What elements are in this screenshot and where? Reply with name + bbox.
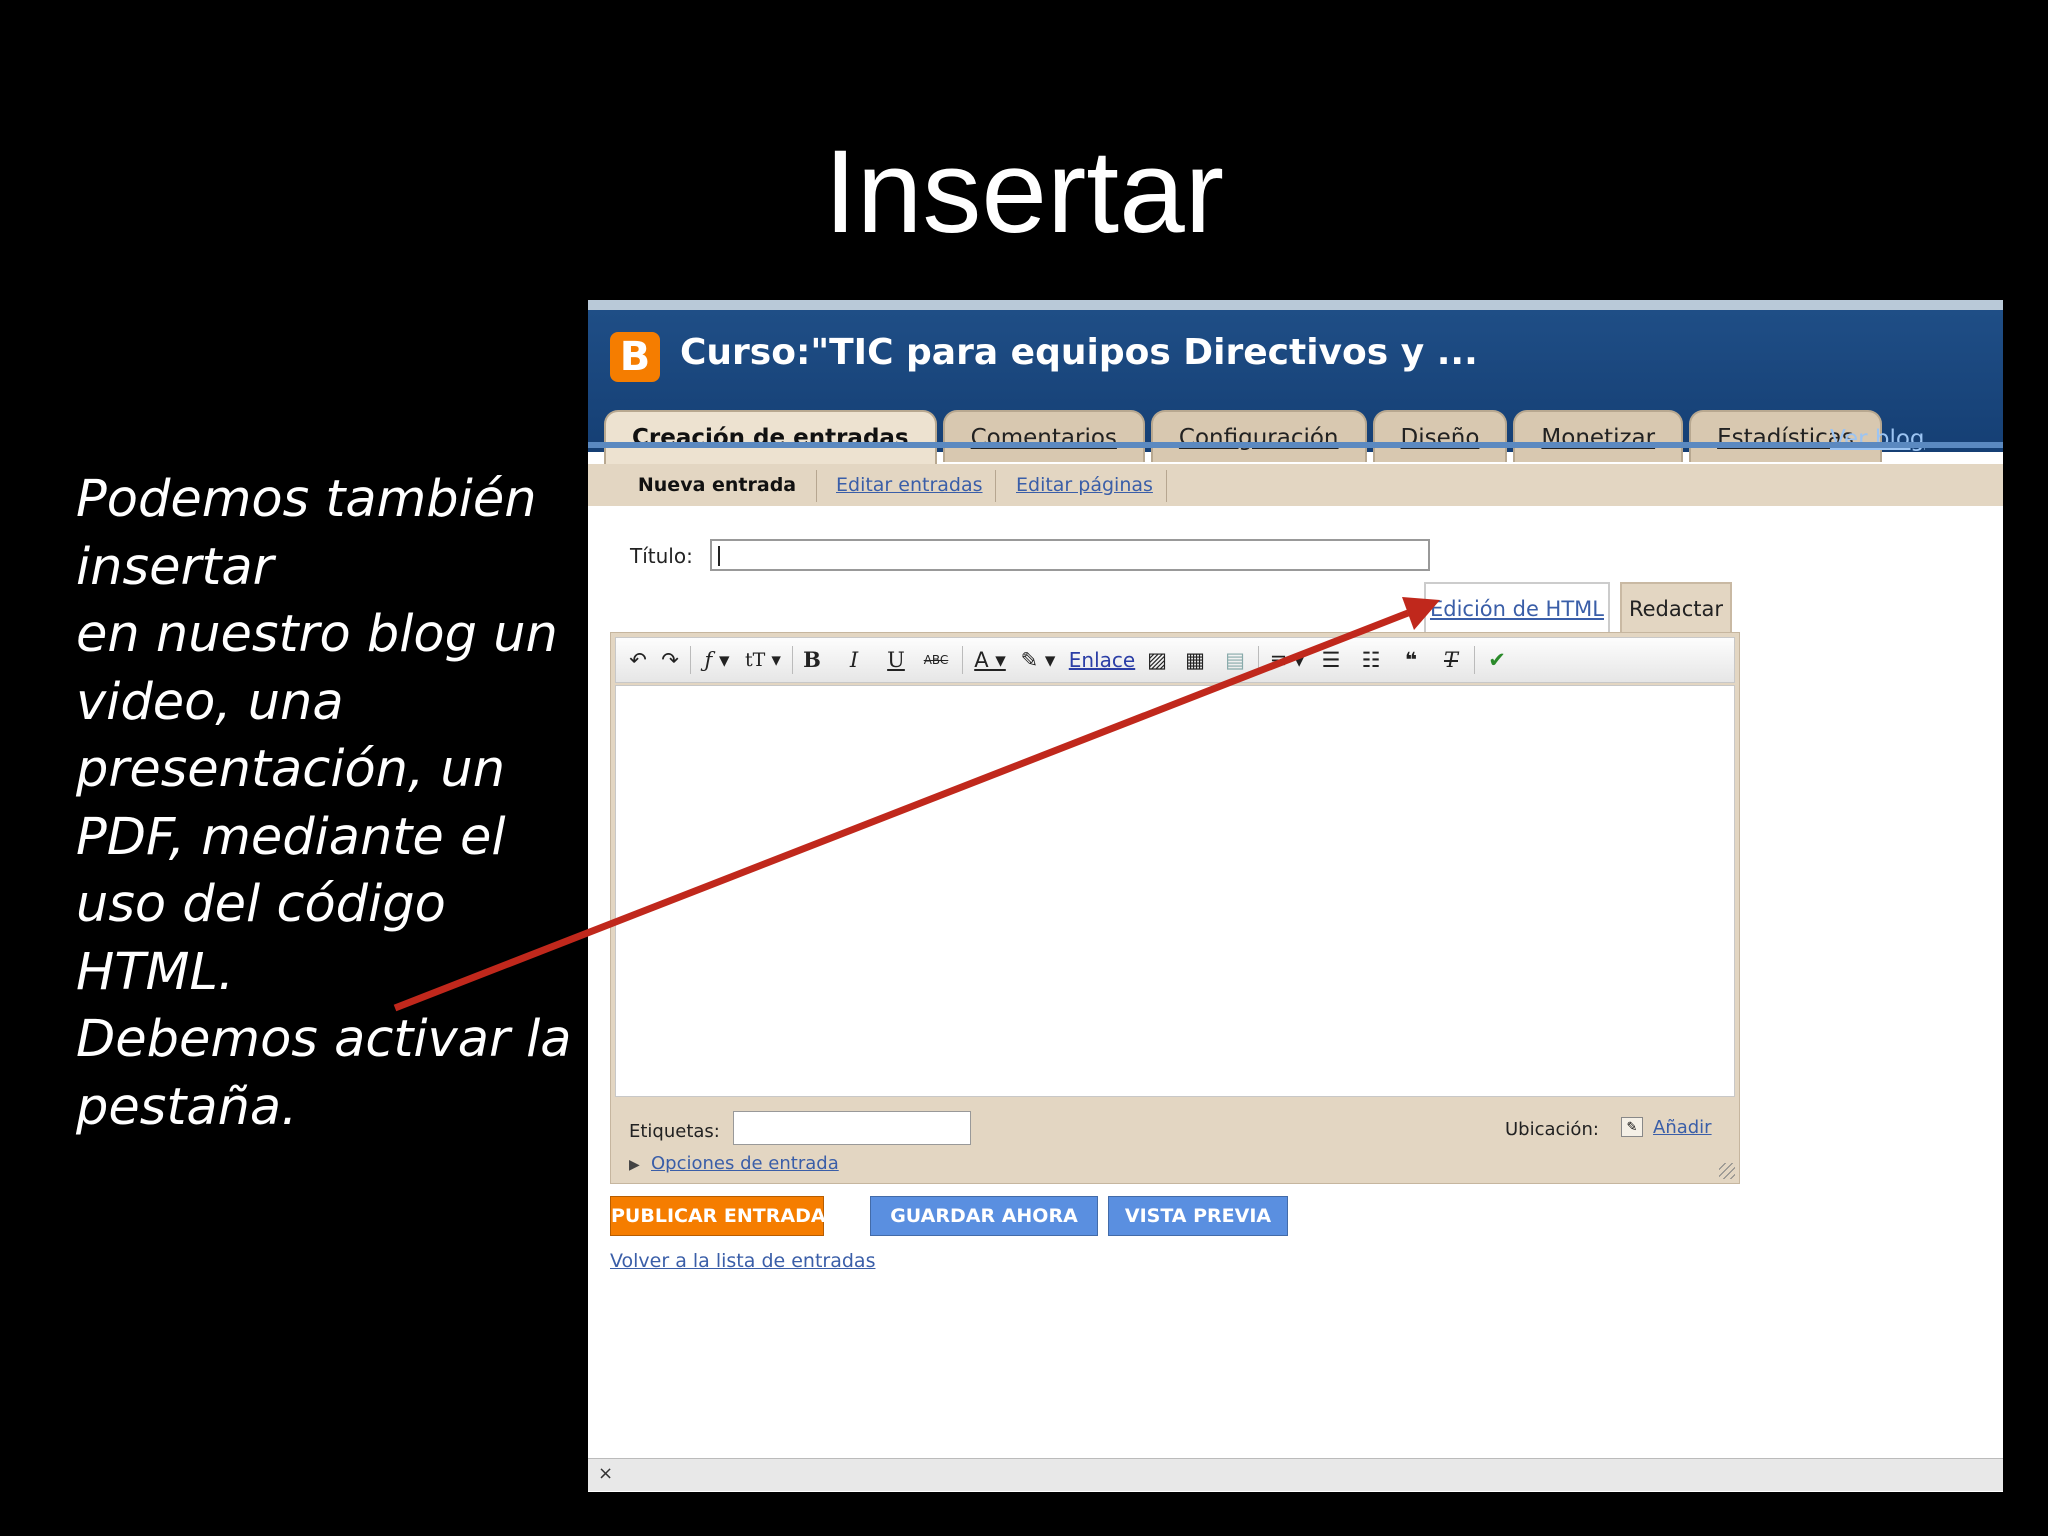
body-line: PDF, mediante el [76,807,506,867]
slide-body-text: Podemos también insertar en nuestro blog… [76,466,596,1141]
expand-triangle-icon[interactable]: ▶ [629,1157,640,1173]
toolbar-divider [1474,646,1475,674]
toolbar-divider [792,646,793,674]
blog-title: Curso:"TIC para equipos Directivos y ... [680,332,1478,373]
bold-icon[interactable]: B [798,646,826,674]
window-top-edge [588,300,2003,310]
align-icon[interactable]: ≡ ▾ [1264,646,1310,674]
toolbar-divider [962,646,963,674]
subnav-divider [816,470,817,502]
toolbar-divider [690,646,691,674]
tab-comentarios[interactable]: Comentarios [942,410,1145,462]
numbered-list-icon[interactable]: ☰ [1316,646,1346,674]
titulo-input[interactable] [710,539,1430,571]
text-caret [718,546,720,566]
body-line: insertar [76,537,274,597]
etiquetas-input[interactable] [733,1111,971,1145]
ver-blog-link[interactable]: Ver blog [1830,426,1925,452]
publicar-entrada-button[interactable]: PUBLICAR ENTRADA [610,1196,826,1236]
subnav: Nueva entrada Editar entradas Editar pág… [588,464,2003,506]
body-line: pestaña. [76,1077,298,1137]
body-line: en nuestro blog un [76,605,558,664]
subnav-editar-paginas[interactable]: Editar páginas [1016,464,1153,506]
subnav-divider [1166,470,1167,502]
insert-link-button[interactable]: Enlace [1068,646,1136,674]
ubicacion-label: Ubicación: [1505,1119,1599,1140]
underline-icon[interactable]: U [882,646,910,674]
vista-previa-button[interactable]: VISTA PREVIA [1108,1196,1288,1236]
blockquote-icon[interactable]: ❝ [1396,646,1426,674]
location-edit-icon[interactable]: ✎ [1621,1117,1643,1137]
status-bar: × [588,1458,2003,1491]
guardar-ahora-button[interactable]: GUARDAR AHORA [870,1196,1098,1236]
italic-icon[interactable]: I [840,646,868,674]
resize-handle-icon[interactable] [1719,1163,1735,1179]
strikethrough-icon[interactable]: ABC [916,646,956,674]
tab-diseno[interactable]: Diseño [1372,410,1508,462]
spellcheck-icon[interactable]: ✔ [1482,646,1512,674]
tab-edicion-html[interactable]: Edición de HTML [1424,582,1610,632]
slide-title: Insertar [823,126,1225,258]
jump-break-icon[interactable]: ▤ [1220,646,1250,674]
font-size-icon[interactable]: tT ▾ [740,646,786,674]
tab-configuracion[interactable]: Configuración [1150,410,1367,462]
editor-toolbar: ↶ ↷ ƒ ▾ tT ▾ B I U ABC A ▾ ✎ ▾ Enlace ▨ … [615,637,1735,683]
body-line: presentación, un [76,740,506,799]
post-body-editor[interactable] [615,685,1735,1097]
blogger-logo-icon[interactable]: B [610,332,660,382]
main-tabs: Creación de entradas Comentarios Configu… [604,410,1888,464]
subnav-editar-entradas[interactable]: Editar entradas [836,464,983,506]
tab-creacion-entradas[interactable]: Creación de entradas [604,410,937,464]
close-icon[interactable]: × [598,1463,613,1484]
body-line: HTML. [76,942,235,1002]
body-line: uso del código [76,875,446,934]
body-line: Podemos también [76,470,537,529]
header-strip [588,442,2003,448]
subnav-nueva-entrada[interactable]: Nueva entrada [632,464,802,506]
post-editor: ↶ ↷ ƒ ▾ tT ▾ B I U ABC A ▾ ✎ ▾ Enlace ▨ … [610,632,1740,1184]
insert-image-icon[interactable]: ▨ [1142,646,1172,674]
remove-formatting-icon[interactable]: T [1436,646,1466,674]
tab-redactar[interactable]: Redactar [1620,582,1732,634]
anadir-ubicacion-link[interactable]: Añadir [1653,1117,1712,1138]
body-line: Debemos activar la [76,1010,572,1069]
redo-icon[interactable]: ↷ [656,646,684,674]
font-family-icon[interactable]: ƒ ▾ [696,646,738,674]
opciones-entrada-link[interactable]: Opciones de entrada [651,1153,839,1174]
blogger-header: B Curso:"TIC para equipos Directivos y .… [588,310,2003,464]
blogger-screenshot: B Curso:"TIC para equipos Directivos y .… [588,300,2003,1492]
subnav-divider [995,470,996,502]
etiquetas-label: Etiquetas: [629,1121,720,1142]
insert-video-icon[interactable]: ▦ [1180,646,1210,674]
bullet-list-icon[interactable]: ☷ [1356,646,1386,674]
titulo-label: Título: [630,544,693,568]
body-line: video, una [76,672,344,732]
undo-icon[interactable]: ↶ [624,646,652,674]
volver-lista-link[interactable]: Volver a la lista de entradas [610,1250,875,1272]
highlight-color-icon[interactable]: ✎ ▾ [1016,646,1060,674]
tab-monetizar[interactable]: Monetizar [1513,410,1684,462]
toolbar-divider [1258,646,1259,674]
text-color-icon[interactable]: A ▾ [968,646,1012,674]
